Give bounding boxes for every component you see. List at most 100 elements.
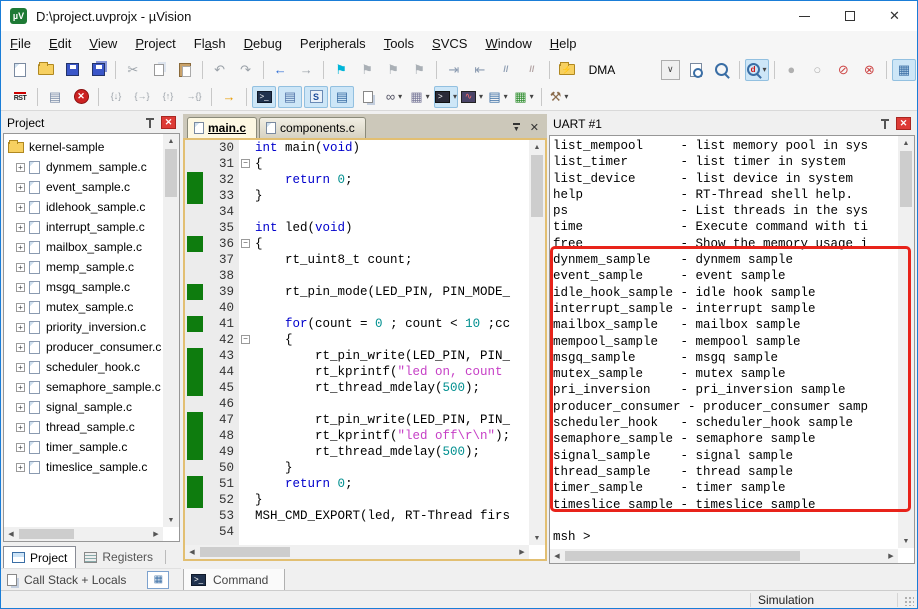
dropdown-caret-icon[interactable]: ▾ [763, 65, 767, 74]
undo-button[interactable]: ↶ [208, 59, 232, 81]
expand-icon[interactable]: + [16, 242, 25, 252]
expand-icon[interactable]: + [16, 162, 25, 172]
save-all-button[interactable] [86, 59, 110, 81]
tree-item[interactable]: + msgq_sample.c [4, 277, 163, 297]
open-file-button[interactable] [34, 59, 58, 81]
insert-breakpoint-button[interactable]: ● [779, 59, 803, 81]
dropdown-caret-icon[interactable]: ▾ [479, 92, 483, 101]
scroll-down-icon[interactable]: ▼ [899, 534, 913, 548]
scroll-up-icon[interactable]: ▲ [164, 134, 178, 148]
prev-bookmark-button[interactable]: ⚑ [381, 59, 405, 81]
redo-button[interactable]: ↷ [234, 59, 258, 81]
menu-view[interactable]: View [80, 31, 126, 56]
debug-settings-button[interactable]: ⚒ ▾ [547, 86, 571, 108]
reset-button[interactable]: RST [8, 86, 32, 108]
tab-main-c[interactable]: main.c [187, 117, 258, 138]
expand-icon[interactable]: + [16, 302, 25, 312]
tab-command[interactable]: >_ Command [183, 569, 285, 591]
serial-window-button[interactable]: > ▾ [434, 85, 459, 108]
dropdown-caret-icon[interactable]: ▾ [426, 92, 430, 101]
target-select[interactable]: DMA ∨ [582, 59, 680, 80]
tab-project[interactable]: Project [3, 546, 77, 568]
indent-button[interactable]: ⇥ [442, 59, 466, 81]
tree-root[interactable]: kernel-sample [4, 137, 163, 157]
menu-file[interactable]: File [1, 31, 40, 56]
fold-icon[interactable]: − [241, 239, 250, 248]
dropdown-caret-icon[interactable]: ▾ [564, 92, 568, 101]
editor-hscroll[interactable]: ◀ ▶ [185, 545, 529, 559]
step-out-button[interactable]: {↑} [156, 86, 180, 108]
expand-icon[interactable]: + [16, 382, 25, 392]
close-document-icon[interactable]: ✕ [530, 121, 539, 134]
toggle-bookmark-button[interactable]: ⚑ [329, 59, 353, 81]
scroll-thumb[interactable] [900, 151, 912, 207]
dropdown-caret-icon[interactable]: ▾ [504, 92, 508, 101]
tree-item[interactable]: + thread_sample.c [4, 417, 163, 437]
uart-vscroll[interactable]: ▲ ▼ [898, 136, 914, 548]
registers-window-button[interactable]: ▤ [330, 85, 354, 108]
show-next-statement-button[interactable]: → [217, 86, 241, 108]
find-next-button[interactable] [710, 59, 734, 81]
scroll-thumb[interactable] [565, 551, 800, 561]
expand-icon[interactable]: + [16, 222, 25, 232]
dropdown-caret-icon[interactable]: ▾ [398, 92, 402, 101]
cut-button[interactable]: ✂ [121, 59, 145, 81]
expand-icon[interactable]: + [16, 182, 25, 192]
expand-icon[interactable]: + [16, 422, 25, 432]
fold-icon[interactable]: − [241, 159, 250, 168]
expand-icon[interactable]: + [16, 442, 25, 452]
menu-svcs[interactable]: SVCS [423, 31, 476, 56]
toolbox-button[interactable]: ▦ ▾ [512, 86, 536, 108]
dropdown-caret-icon[interactable]: ▾ [530, 92, 534, 101]
scroll-up-icon[interactable]: ▲ [530, 140, 544, 154]
navigate-forward-button[interactable]: → [294, 59, 318, 81]
tree-item[interactable]: + event_sample.c [4, 177, 163, 197]
pin-icon[interactable] [880, 118, 890, 130]
run-to-cursor-button[interactable]: →{} [182, 86, 206, 108]
scroll-down-icon[interactable]: ▼ [530, 531, 544, 545]
scroll-left-icon[interactable]: ◀ [185, 545, 199, 559]
tree-item[interactable]: + timer_sample.c [4, 437, 163, 457]
tree-item[interactable]: + dynmem_sample.c [4, 157, 163, 177]
next-bookmark-button[interactable]: ⚑ [355, 59, 379, 81]
uart-close-icon[interactable]: ✕ [896, 117, 911, 130]
uncomment-button[interactable]: // [520, 59, 544, 81]
scroll-left-icon[interactable]: ◀ [550, 549, 564, 563]
download-flash-button[interactable]: ⚡ [555, 59, 579, 81]
expand-icon[interactable]: + [16, 202, 25, 212]
expand-icon[interactable]: + [16, 342, 25, 352]
callstack-bar[interactable]: Call Stack + Locals ▦ [1, 568, 181, 590]
minimize-button[interactable] [782, 1, 827, 31]
expand-icon[interactable]: + [16, 322, 25, 332]
menu-edit[interactable]: Edit [40, 31, 80, 56]
paste-button[interactable] [173, 59, 197, 81]
scroll-right-icon[interactable]: ▶ [149, 527, 163, 541]
scroll-right-icon[interactable]: ▶ [515, 545, 529, 559]
run-button[interactable]: ▤ [43, 86, 67, 108]
expand-icon[interactable]: + [16, 282, 25, 292]
scroll-left-icon[interactable]: ◀ [4, 527, 18, 541]
step-button[interactable]: {↓} [104, 86, 128, 108]
tree-item[interactable]: + scheduler_hook.c [4, 357, 163, 377]
tree-item[interactable]: + signal_sample.c [4, 397, 163, 417]
scroll-thumb[interactable] [165, 149, 177, 197]
expand-icon[interactable]: + [16, 402, 25, 412]
tree-item[interactable]: + memp_sample.c [4, 257, 163, 277]
disable-all-breakpoints-button[interactable]: ⊘ [831, 59, 855, 81]
find-in-files-button[interactable] [684, 59, 708, 81]
scroll-thumb[interactable] [531, 155, 543, 217]
disassembly-window-button[interactable]: ▤ [278, 85, 302, 108]
code-text[interactable]: int main(void) −{ return 0;} int led(void)… [239, 140, 529, 545]
tree-item[interactable]: + mutex_sample.c [4, 297, 163, 317]
call-stack-window-button[interactable] [356, 86, 380, 108]
tree-item[interactable]: + interrupt_sample.c [4, 217, 163, 237]
system-viewer-button[interactable]: ▤ ▾ [486, 86, 510, 108]
project-hscroll[interactable]: ◀ ▶ [4, 527, 163, 541]
editor-vscroll[interactable]: ▲ ▼ [529, 140, 545, 545]
expand-icon[interactable]: + [16, 362, 25, 372]
window-layout-button[interactable]: ▦ [892, 58, 917, 81]
maximize-button[interactable] [827, 1, 872, 31]
scroll-thumb[interactable] [200, 547, 290, 557]
new-file-button[interactable] [8, 59, 32, 81]
save-button[interactable] [60, 59, 84, 81]
